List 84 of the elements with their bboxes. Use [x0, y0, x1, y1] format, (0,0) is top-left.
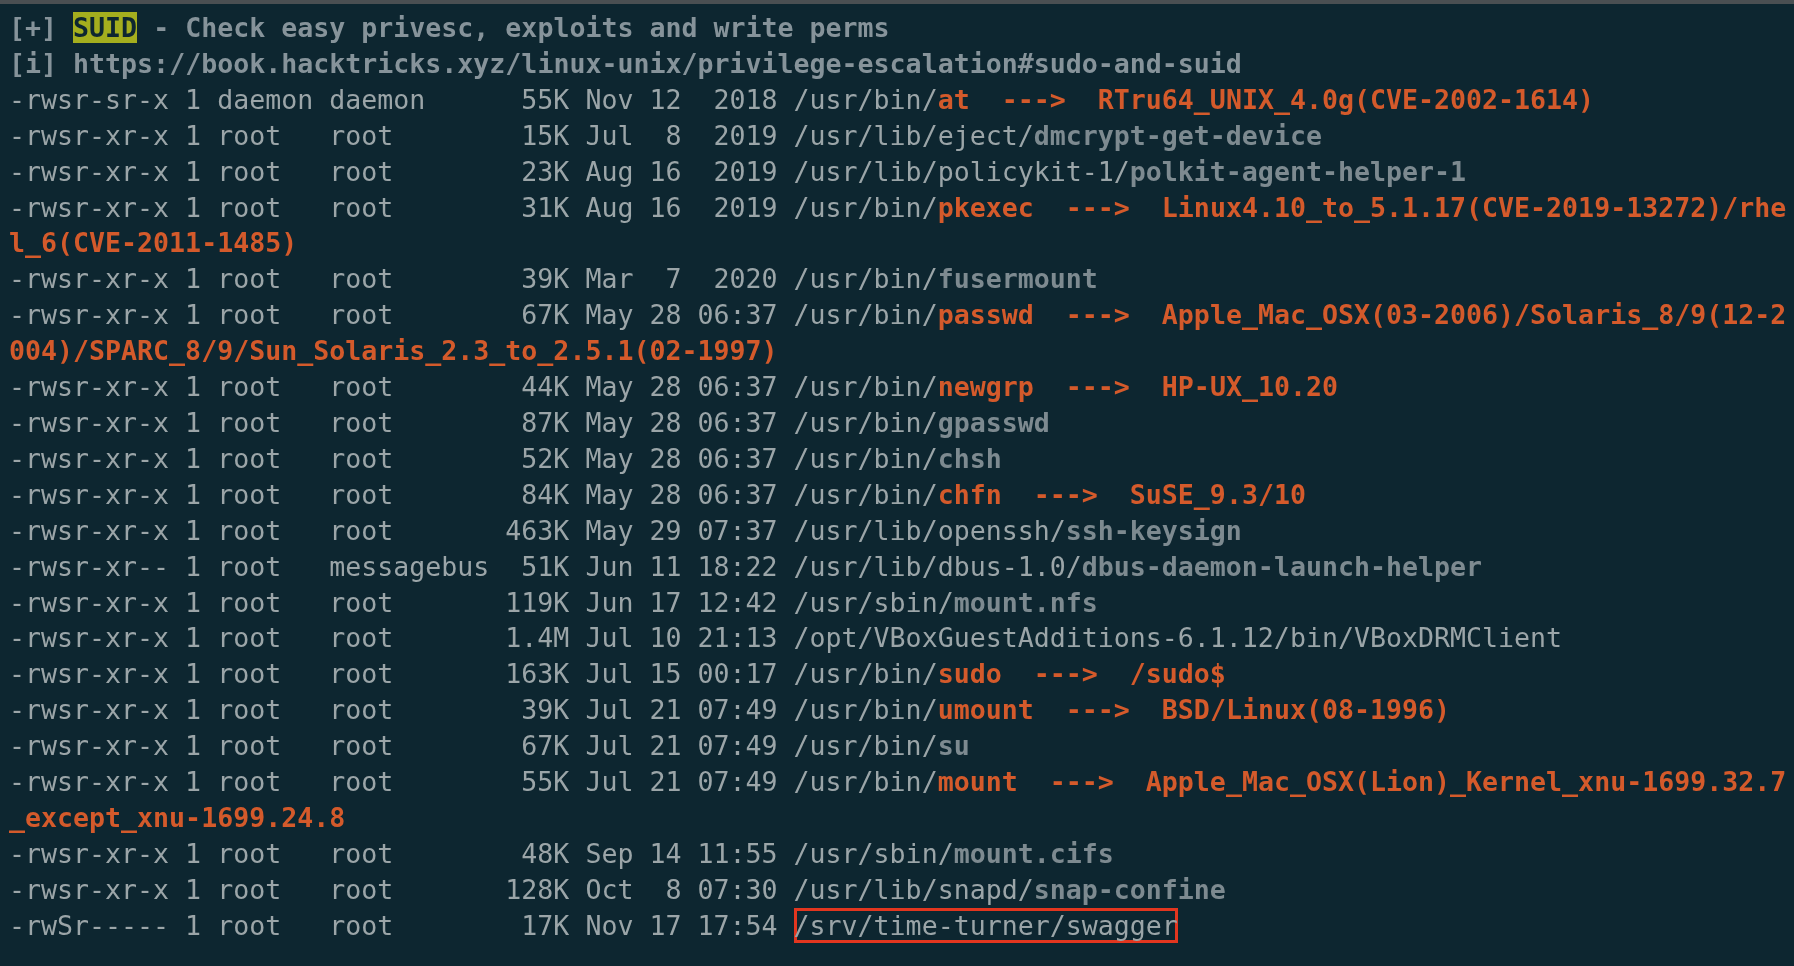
arrow-text: ---> [1049, 766, 1114, 798]
file-name: at [937, 83, 970, 115]
reference-url: https://book.hacktricks.xyz/linux-unix/privilege-escalation#sudo-and-suid [73, 47, 1242, 79]
file-info: -rwsr-xr-x 1 root root 39K Jul 21 07:49 [9, 694, 778, 726]
file-path: /usr/bin/ [793, 765, 938, 800]
file-name: gpasswd [937, 406, 1050, 438]
file-info: -rwsr-xr-x 1 root root 55K Jul 21 07:49 [9, 766, 778, 798]
file-name: chfn [937, 478, 1002, 510]
file-info: -rwsr-sr-x 1 daemon daemon 55K Nov 12 2018 [9, 83, 778, 115]
file-path: /usr/lib/openssh/ [793, 513, 1066, 548]
file-name: ssh-keysign [1065, 514, 1242, 546]
file-path: /usr/lib/eject/ [793, 118, 1034, 153]
file-info: -rwSr----- 1 root root 17K Nov 17 17:54 [9, 909, 778, 941]
file-info: -rwsr-xr-- 1 root messagebus 51K Jun 11 18:22 [9, 550, 778, 582]
file-name: dmcrypt-get-device [1033, 119, 1322, 151]
file-path: /usr/sbin/ [793, 836, 954, 871]
arrow-text: ---> [1065, 371, 1130, 403]
file-info: -rwsr-xr-x 1 root root 1.4M Jul 10 21:13 [9, 622, 778, 654]
exploit-note: 004)/SPARC_8/9/Sun_Solaris_2.3_to_2.5.1(02-1997) [9, 335, 778, 367]
file-info: -rwsr-xr-x 1 root root 39K Mar 7 2020 [9, 263, 778, 295]
file-path: /usr/lib/dbus-1.0/ [793, 549, 1082, 584]
file-path: /usr/bin/ [793, 298, 938, 333]
exploit-note: Linux4.10_to_5.1.17(CVE-2019-13272)/rhe [1161, 191, 1787, 223]
file-name: chsh [937, 442, 1002, 474]
file-info: -rwsr-xr-x 1 root root 463K May 29 07:37 [9, 514, 778, 546]
info-marker: [i] [9, 47, 58, 79]
file-info: -rwsr-xr-x 1 root root 119K Jun 17 12:42 [9, 586, 778, 618]
file-name: mount.cifs [953, 837, 1114, 869]
file-name: pkexec [937, 191, 1034, 223]
file-path: /usr/bin/ [793, 370, 938, 405]
file-path: /usr/bin/ [793, 729, 938, 764]
arrow-text: ---> [1065, 299, 1130, 331]
file-info: -rwsr-xr-x 1 root root 67K Jul 21 07:49 [9, 730, 778, 762]
file-path: /usr/bin/ [793, 477, 938, 512]
file-path: /usr/bin/ [793, 441, 938, 476]
section-marker: [+] [9, 12, 58, 43]
file-name: snap-confine [1033, 873, 1226, 905]
arrow-text: ---> [1001, 83, 1066, 115]
file-info: -rwsr-xr-x 1 root root 67K May 28 06:37 [9, 299, 778, 331]
file-path: /usr/bin/ [793, 405, 938, 440]
file-info: -rwsr-xr-x 1 root root 44K May 28 06:37 [9, 371, 778, 403]
file-path: /usr/lib/policykit-1/ [793, 154, 1130, 189]
exploit-note: _except_xnu-1699.24.8 [9, 801, 346, 833]
file-info: -rwsr-xr-x 1 root root 23K Aug 16 2019 [9, 155, 778, 187]
file-info: -rwsr-xr-x 1 root root 128K Oct 8 07:30 [9, 873, 778, 905]
file-name: newgrp [937, 371, 1034, 403]
exploit-note: SuSE_9.3/10 [1129, 478, 1306, 510]
arrow-text: ---> [1033, 478, 1098, 510]
file-name: passwd [937, 299, 1034, 331]
file-info: -rwsr-xr-x 1 root root 31K Aug 16 2019 [9, 191, 778, 223]
file-name: mount [937, 766, 1018, 798]
file-name: sudo [937, 658, 1002, 690]
file-path: /usr/bin/ [793, 262, 938, 297]
exploit-note: Apple_Mac_OSX(03-2006)/Solaris_8/9(12-2 [1161, 299, 1787, 331]
file-name: umount [937, 694, 1034, 726]
file-name: dbus-daemon-launch-helper [1081, 550, 1483, 582]
file-info: -rwsr-xr-x 1 root root 15K Jul 8 2019 [9, 119, 778, 151]
file-info: -rwsr-xr-x 1 root root 163K Jul 15 00:17 [9, 658, 778, 690]
exploit-note: Apple_Mac_OSX(Lion)_Kernel_xnu-1699.32.7 [1145, 766, 1787, 798]
section-tag: SUID [73, 12, 138, 43]
file-path: /opt/VBoxGuestAdditions-6.1.12/bin/VBoxDRMClient [793, 621, 1563, 656]
exploit-note: /sudo$ [1129, 658, 1226, 690]
file-path: /usr/bin/ [793, 190, 938, 225]
section-title: - Check easy privesc, exploits and write perms [153, 12, 890, 43]
exploit-note: BSD/Linux(08-1996) [1161, 694, 1451, 726]
exploit-note: l_6(CVE-2011-1485) [9, 227, 298, 259]
file-path: /usr/bin/ [793, 82, 938, 117]
file-info: -rwsr-xr-x 1 root root 87K May 28 06:37 [9, 406, 778, 438]
file-path: /usr/bin/ [793, 657, 938, 692]
arrow-text: ---> [1065, 694, 1130, 726]
file-path: /usr/sbin/ [793, 585, 954, 620]
file-name: su [937, 730, 970, 762]
file-path: /usr/bin/ [793, 693, 938, 728]
file-info: -rwsr-xr-x 1 root root 48K Sep 14 11:55 [9, 837, 778, 869]
file-name: fusermount [937, 263, 1098, 295]
file-name: polkit-agent-helper-1 [1129, 155, 1466, 187]
file-info: -rwsr-xr-x 1 root root 84K May 28 06:37 [9, 478, 778, 510]
file-info: -rwsr-xr-x 1 root root 52K May 28 06:37 [9, 442, 778, 474]
arrow-text: ---> [1033, 658, 1098, 690]
file-name: mount.nfs [953, 586, 1098, 618]
exploit-note: HP-UX_10.20 [1161, 371, 1338, 403]
file-path: /usr/lib/snapd/ [793, 872, 1034, 907]
exploit-note: RTru64_UNIX_4.0g(CVE-2002-1614) [1097, 83, 1595, 115]
arrow-text: ---> [1065, 191, 1130, 223]
